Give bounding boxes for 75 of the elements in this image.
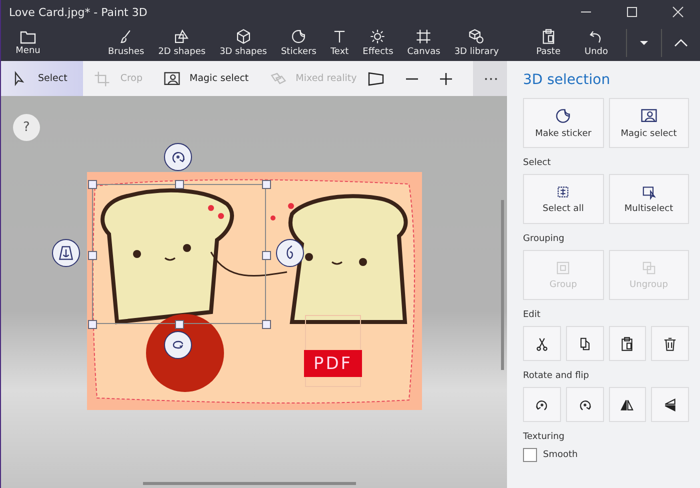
- panel-button[interactable]: Select all: [523, 174, 604, 224]
- icon-button[interactable]: [523, 387, 561, 422]
- ribbon-action-button[interactable]: Undo: [578, 28, 614, 57]
- section-heading: Select: [523, 158, 552, 168]
- icon-button[interactable]: [651, 387, 689, 422]
- resize-handle[interactable]: [262, 180, 271, 189]
- window-title: Love Card.jpg* - Paint 3D: [9, 6, 148, 18]
- checkbox-label: Smooth: [543, 450, 578, 460]
- ribbon-tool-button[interactable]: Brushes: [105, 28, 148, 57]
- grid-icon: [555, 184, 572, 200]
- icon-button[interactable]: [651, 326, 689, 361]
- tilt-handle[interactable]: [52, 239, 80, 267]
- magic-select-icon: [640, 107, 658, 125]
- canvas-icon: [415, 28, 432, 45]
- crop-icon: [93, 70, 112, 88]
- ungroup-icon: [640, 260, 657, 276]
- close-icon[interactable]: [672, 6, 684, 18]
- multiselect-icon: [640, 184, 657, 200]
- panel-button[interactable]: Make sticker: [523, 98, 604, 148]
- icon-button[interactable]: [523, 326, 561, 361]
- ribbon-tool-button[interactable]: Canvas: [404, 28, 444, 57]
- pdf-label: PDF: [304, 350, 362, 377]
- resize-handle[interactable]: [88, 320, 97, 329]
- icon-button[interactable]: [566, 387, 604, 422]
- resize-handle[interactable]: [262, 320, 271, 329]
- resize-handle[interactable]: [175, 180, 184, 189]
- sun-icon: [369, 28, 386, 45]
- rotate-handle[interactable]: [164, 143, 192, 171]
- icon-button[interactable]: [566, 326, 604, 361]
- cube-icon: [234, 28, 252, 45]
- ribbon-tool-button[interactable]: 3D library: [451, 28, 502, 57]
- ribbon-tool-button[interactable]: Stickers: [278, 28, 320, 57]
- sticker-icon: [554, 107, 572, 125]
- toolbar-button[interactable]: Magic select: [152, 61, 259, 96]
- collapse-chevron-icon[interactable]: [674, 38, 688, 46]
- resize-handle[interactable]: [262, 251, 271, 260]
- horizontal-scrollbar[interactable]: [143, 482, 356, 485]
- resize-handle[interactable]: [88, 251, 97, 260]
- icon-button[interactable]: [608, 326, 646, 361]
- dropdown-caret-icon[interactable]: [639, 40, 649, 46]
- checkbox[interactable]: [523, 448, 537, 462]
- folder-icon: [20, 30, 36, 44]
- icon-button[interactable]: [608, 387, 646, 422]
- magic-select-icon: [162, 70, 180, 88]
- group-icon: [555, 260, 572, 276]
- ribbon-tool-button[interactable]: 2D shapes: [155, 28, 209, 57]
- help-button[interactable]: ?: [13, 114, 40, 141]
- tilt-icon: [57, 244, 75, 262]
- panel-button[interactable]: Magic select: [608, 98, 689, 148]
- trash-icon: [662, 336, 678, 352]
- maximize-icon[interactable]: [626, 6, 638, 18]
- flag-icon[interactable]: [366, 70, 385, 86]
- cube-stack-icon: [468, 28, 486, 45]
- panel-title: 3D selection: [523, 72, 612, 88]
- sticker-icon: [290, 28, 308, 45]
- section-heading: Grouping: [523, 234, 566, 244]
- resize-handle[interactable]: [88, 180, 97, 189]
- toolbar-button[interactable]: Select: [1, 61, 84, 96]
- ribbon-tool-button[interactable]: Effects: [360, 28, 396, 57]
- panel-button[interactable]: Multiselect: [608, 174, 689, 224]
- paste-icon: [619, 336, 636, 352]
- section-heading: Rotate and flip: [523, 371, 590, 381]
- zoom-in-icon[interactable]: [438, 72, 453, 86]
- ribbon-tool-button[interactable]: 3D shapes: [216, 28, 270, 57]
- section-heading: Texturing: [523, 432, 566, 442]
- ribbon-tool-button[interactable]: Text: [327, 28, 352, 57]
- more-icon: [484, 76, 498, 80]
- menu-button[interactable]: Menu: [11, 30, 45, 56]
- resize-handle[interactable]: [175, 320, 184, 329]
- section-heading: Edit: [523, 310, 542, 320]
- vertical-scrollbar[interactable]: [501, 200, 504, 370]
- ribbon-action-button[interactable]: Paste: [530, 28, 566, 57]
- scissors-icon: [534, 336, 550, 352]
- shapes-icon: [173, 28, 190, 45]
- flip-vertical-icon: [662, 396, 678, 412]
